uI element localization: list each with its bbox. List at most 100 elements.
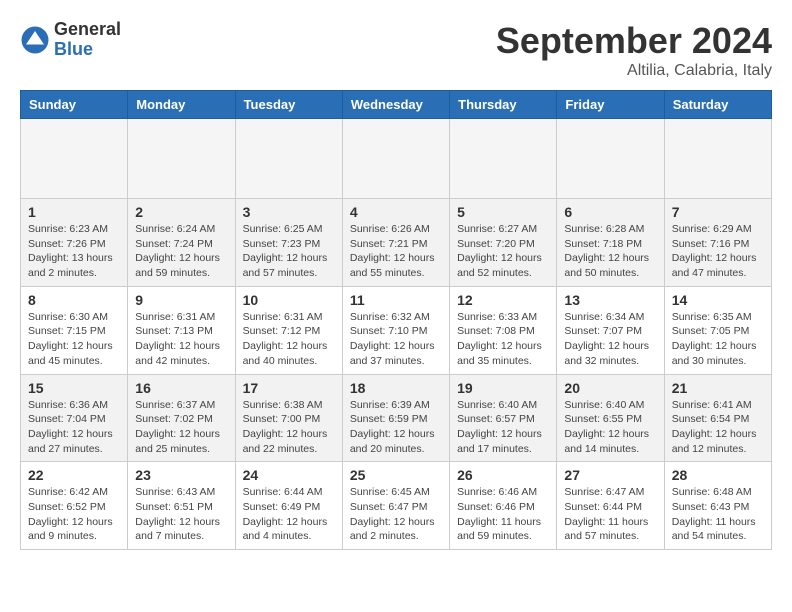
day-info: Sunrise: 6:40 AMSunset: 6:55 PMDaylight:…	[564, 398, 656, 457]
day-number: 21	[672, 380, 764, 396]
day-number: 25	[350, 467, 442, 483]
calendar-cell: 12 Sunrise: 6:33 AMSunset: 7:08 PMDayligh…	[450, 286, 557, 374]
day-number: 5	[457, 204, 549, 220]
col-wednesday: Wednesday	[342, 91, 449, 119]
calendar-cell: 25 Sunrise: 6:45 AMSunset: 6:47 PMDayligh…	[342, 462, 449, 550]
day-info: Sunrise: 6:27 AMSunset: 7:20 PMDaylight:…	[457, 222, 549, 281]
calendar-cell: 21 Sunrise: 6:41 AMSunset: 6:54 PMDayligh…	[664, 374, 771, 462]
day-info: Sunrise: 6:31 AMSunset: 7:13 PMDaylight:…	[135, 310, 227, 369]
calendar-cell: 4 Sunrise: 6:26 AMSunset: 7:21 PMDaylight…	[342, 199, 449, 287]
calendar-cell: 26Sunrise: 6:46 AMSunset: 6:46 PMDayligh…	[450, 462, 557, 550]
day-number: 15	[28, 380, 120, 396]
day-info: Sunrise: 6:47 AMSunset: 6:44 PMDaylight:…	[564, 485, 656, 544]
calendar-cell: 15 Sunrise: 6:36 AMSunset: 7:04 PMDayligh…	[21, 374, 128, 462]
col-saturday: Saturday	[664, 91, 771, 119]
calendar-cell: 5 Sunrise: 6:27 AMSunset: 7:20 PMDaylight…	[450, 199, 557, 287]
calendar-cell: 1 Sunrise: 6:23 AMSunset: 7:26 PMDaylight…	[21, 199, 128, 287]
calendar-row-5: 22 Sunrise: 6:42 AMSunset: 6:52 PMDayligh…	[21, 462, 772, 550]
location-subtitle: Altilia, Calabria, Italy	[496, 62, 772, 80]
calendar-cell	[450, 119, 557, 199]
calendar-cell: 22 Sunrise: 6:42 AMSunset: 6:52 PMDayligh…	[21, 462, 128, 550]
day-info: Sunrise: 6:35 AMSunset: 7:05 PMDaylight:…	[672, 310, 764, 369]
col-monday: Monday	[128, 91, 235, 119]
col-friday: Friday	[557, 91, 664, 119]
day-info: Sunrise: 6:48 AMSunset: 6:43 PMDaylight:…	[672, 485, 764, 544]
day-number: 8	[28, 292, 120, 308]
calendar-cell	[664, 119, 771, 199]
day-number: 19	[457, 380, 549, 396]
day-number: 28	[672, 467, 764, 483]
day-number: 3	[243, 204, 335, 220]
day-number: 23	[135, 467, 227, 483]
calendar-cell: 9Sunrise: 6:31 AMSunset: 7:13 PMDaylight…	[128, 286, 235, 374]
day-number: 10	[243, 292, 335, 308]
day-info: Sunrise: 6:39 AMSunset: 6:59 PMDaylight:…	[350, 398, 442, 457]
day-info: Sunrise: 6:30 AMSunset: 7:15 PMDaylight:…	[28, 310, 120, 369]
day-number: 26	[457, 467, 549, 483]
day-info: Sunrise: 6:36 AMSunset: 7:04 PMDaylight:…	[28, 398, 120, 457]
calendar-cell: 18 Sunrise: 6:39 AMSunset: 6:59 PMDayligh…	[342, 374, 449, 462]
calendar-row-4: 15 Sunrise: 6:36 AMSunset: 7:04 PMDayligh…	[21, 374, 772, 462]
calendar-cell	[342, 119, 449, 199]
day-number: 1	[28, 204, 120, 220]
calendar-cell: 10 Sunrise: 6:31 AMSunset: 7:12 PMDayligh…	[235, 286, 342, 374]
day-info: Sunrise: 6:25 AMSunset: 7:23 PMDaylight:…	[243, 222, 335, 281]
logo-blue-text: Blue	[54, 40, 121, 60]
day-info: Sunrise: 6:45 AMSunset: 6:47 PMDaylight:…	[350, 485, 442, 544]
day-number: 12	[457, 292, 549, 308]
calendar-cell	[21, 119, 128, 199]
calendar-cell: 7Sunrise: 6:29 AMSunset: 7:16 PMDaylight…	[664, 199, 771, 287]
day-info: Sunrise: 6:31 AMSunset: 7:12 PMDaylight:…	[243, 310, 335, 369]
day-number: 6	[564, 204, 656, 220]
day-number: 4	[350, 204, 442, 220]
day-number: 11	[350, 292, 442, 308]
calendar-cell: 24Sunrise: 6:44 AMSunset: 6:49 PMDayligh…	[235, 462, 342, 550]
col-thursday: Thursday	[450, 91, 557, 119]
day-info: Sunrise: 6:28 AMSunset: 7:18 PMDaylight:…	[564, 222, 656, 281]
day-info: Sunrise: 6:42 AMSunset: 6:52 PMDaylight:…	[28, 485, 120, 544]
calendar-cell: 2 Sunrise: 6:24 AMSunset: 7:24 PMDaylight…	[128, 199, 235, 287]
col-tuesday: Tuesday	[235, 91, 342, 119]
day-number: 22	[28, 467, 120, 483]
calendar-cell: 19 Sunrise: 6:40 AMSunset: 6:57 PMDayligh…	[450, 374, 557, 462]
day-info: Sunrise: 6:23 AMSunset: 7:26 PMDaylight:…	[28, 222, 120, 281]
calendar-cell: 13 Sunrise: 6:34 AMSunset: 7:07 PMDayligh…	[557, 286, 664, 374]
day-info: Sunrise: 6:40 AMSunset: 6:57 PMDaylight:…	[457, 398, 549, 457]
calendar-cell	[128, 119, 235, 199]
day-info: Sunrise: 6:37 AMSunset: 7:02 PMDaylight:…	[135, 398, 227, 457]
calendar-cell: 16 Sunrise: 6:37 AMSunset: 7:02 PMDayligh…	[128, 374, 235, 462]
day-number: 2	[135, 204, 227, 220]
day-number: 14	[672, 292, 764, 308]
logo-icon	[20, 25, 50, 55]
day-info: Sunrise: 6:26 AMSunset: 7:21 PMDaylight:…	[350, 222, 442, 281]
day-info: Sunrise: 6:41 AMSunset: 6:54 PMDaylight:…	[672, 398, 764, 457]
calendar-cell: 8 Sunrise: 6:30 AMSunset: 7:15 PMDaylight…	[21, 286, 128, 374]
calendar-cell: 6 Sunrise: 6:28 AMSunset: 7:18 PMDaylight…	[557, 199, 664, 287]
calendar-cell: 11 Sunrise: 6:32 AMSunset: 7:10 PMDayligh…	[342, 286, 449, 374]
day-number: 27	[564, 467, 656, 483]
day-number: 24	[243, 467, 335, 483]
day-number: 13	[564, 292, 656, 308]
day-info: Sunrise: 6:24 AMSunset: 7:24 PMDaylight:…	[135, 222, 227, 281]
col-sunday: Sunday	[21, 91, 128, 119]
calendar-cell: 28 Sunrise: 6:48 AMSunset: 6:43 PMDayligh…	[664, 462, 771, 550]
day-info: Sunrise: 6:33 AMSunset: 7:08 PMDaylight:…	[457, 310, 549, 369]
day-number: 18	[350, 380, 442, 396]
month-title: September 2024	[496, 20, 772, 62]
day-info: Sunrise: 6:34 AMSunset: 7:07 PMDaylight:…	[564, 310, 656, 369]
day-number: 7	[672, 204, 764, 220]
logo: General Blue	[20, 20, 121, 60]
day-info: Sunrise: 6:38 AMSunset: 7:00 PMDaylight:…	[243, 398, 335, 457]
calendar-cell	[235, 119, 342, 199]
calendar-cell: 20Sunrise: 6:40 AMSunset: 6:55 PMDayligh…	[557, 374, 664, 462]
header: General Blue September 2024 Altilia, Cal…	[20, 20, 772, 80]
calendar-cell: 17 Sunrise: 6:38 AMSunset: 7:00 PMDayligh…	[235, 374, 342, 462]
calendar-header-row: Sunday Monday Tuesday Wednesday Thursday…	[21, 91, 772, 119]
calendar-row-2: 1 Sunrise: 6:23 AMSunset: 7:26 PMDaylight…	[21, 199, 772, 287]
calendar-cell: 27 Sunrise: 6:47 AMSunset: 6:44 PMDayligh…	[557, 462, 664, 550]
calendar-row-1	[21, 119, 772, 199]
calendar-row-3: 8 Sunrise: 6:30 AMSunset: 7:15 PMDaylight…	[21, 286, 772, 374]
day-number: 17	[243, 380, 335, 396]
day-info: Sunrise: 6:32 AMSunset: 7:10 PMDaylight:…	[350, 310, 442, 369]
day-number: 16	[135, 380, 227, 396]
